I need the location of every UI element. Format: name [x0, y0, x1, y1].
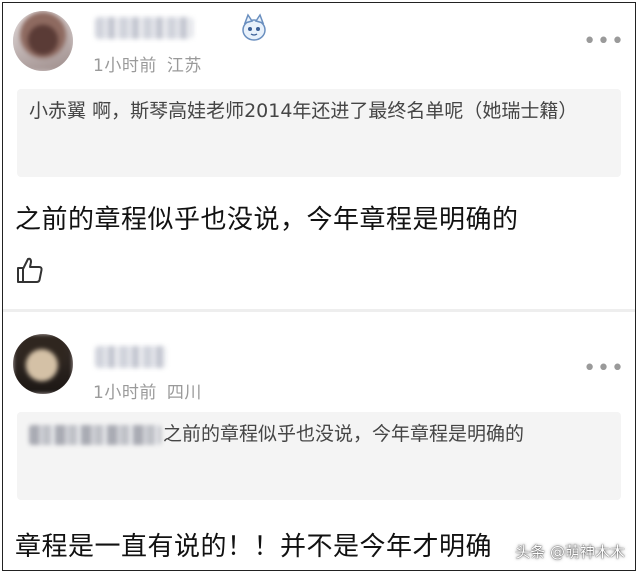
comment-list: 1小时前 江苏 ••• 小赤翼 啊，斯琴高娃老师2014年还进了最终名单呢（她瑞士…: [2, 2, 636, 571]
quote-author[interactable]: 小赤翼: [29, 100, 86, 122]
watermark: 头条 @萌神木木: [515, 543, 625, 561]
quote-text: 啊，斯琴高娃老师2014年还进了最终名单呢（她瑞士籍）: [92, 100, 578, 122]
comment-time: 1小时前: [93, 56, 157, 76]
comment-location: 江苏: [166, 56, 202, 76]
comment-body: 之前的章程似乎也没说，今年章程是明确的: [15, 205, 519, 235]
comment-location: 四川: [166, 383, 202, 403]
quote-text: 之前的章程似乎也没说，今年章程是明确的: [163, 423, 525, 445]
more-options-button[interactable]: •••: [583, 31, 625, 53]
quote-author-redacted[interactable]: [29, 424, 161, 445]
username-redacted[interactable]: [95, 346, 167, 368]
more-options-button[interactable]: •••: [583, 358, 625, 380]
avatar[interactable]: [13, 11, 73, 71]
comment-meta: 1小时前 四川: [93, 378, 212, 403]
comment-body: 章程是一直有说的！！并不是今年才明确: [15, 532, 493, 562]
comment-item: 1小时前 江苏 ••• 小赤翼 啊，斯琴高娃老师2014年还进了最终名单呢（她瑞士…: [3, 3, 635, 310]
quoted-reply[interactable]: 小赤翼 啊，斯琴高娃老师2014年还进了最终名单呢（她瑞士籍）: [17, 89, 621, 177]
avatar[interactable]: [13, 334, 73, 394]
cat-mascot-icon: [239, 13, 269, 49]
comment-meta: 1小时前 江苏: [93, 51, 212, 76]
thumbs-up-icon[interactable]: [15, 255, 45, 285]
comment-item: 1小时前 四川 ••• 之前的章程似乎也没说，今年章程是明确的 章程是一直有说的！…: [3, 312, 635, 570]
quoted-reply[interactable]: 之前的章程似乎也没说，今年章程是明确的: [17, 412, 621, 500]
username-redacted[interactable]: [95, 17, 193, 39]
comment-time: 1小时前: [93, 383, 157, 403]
